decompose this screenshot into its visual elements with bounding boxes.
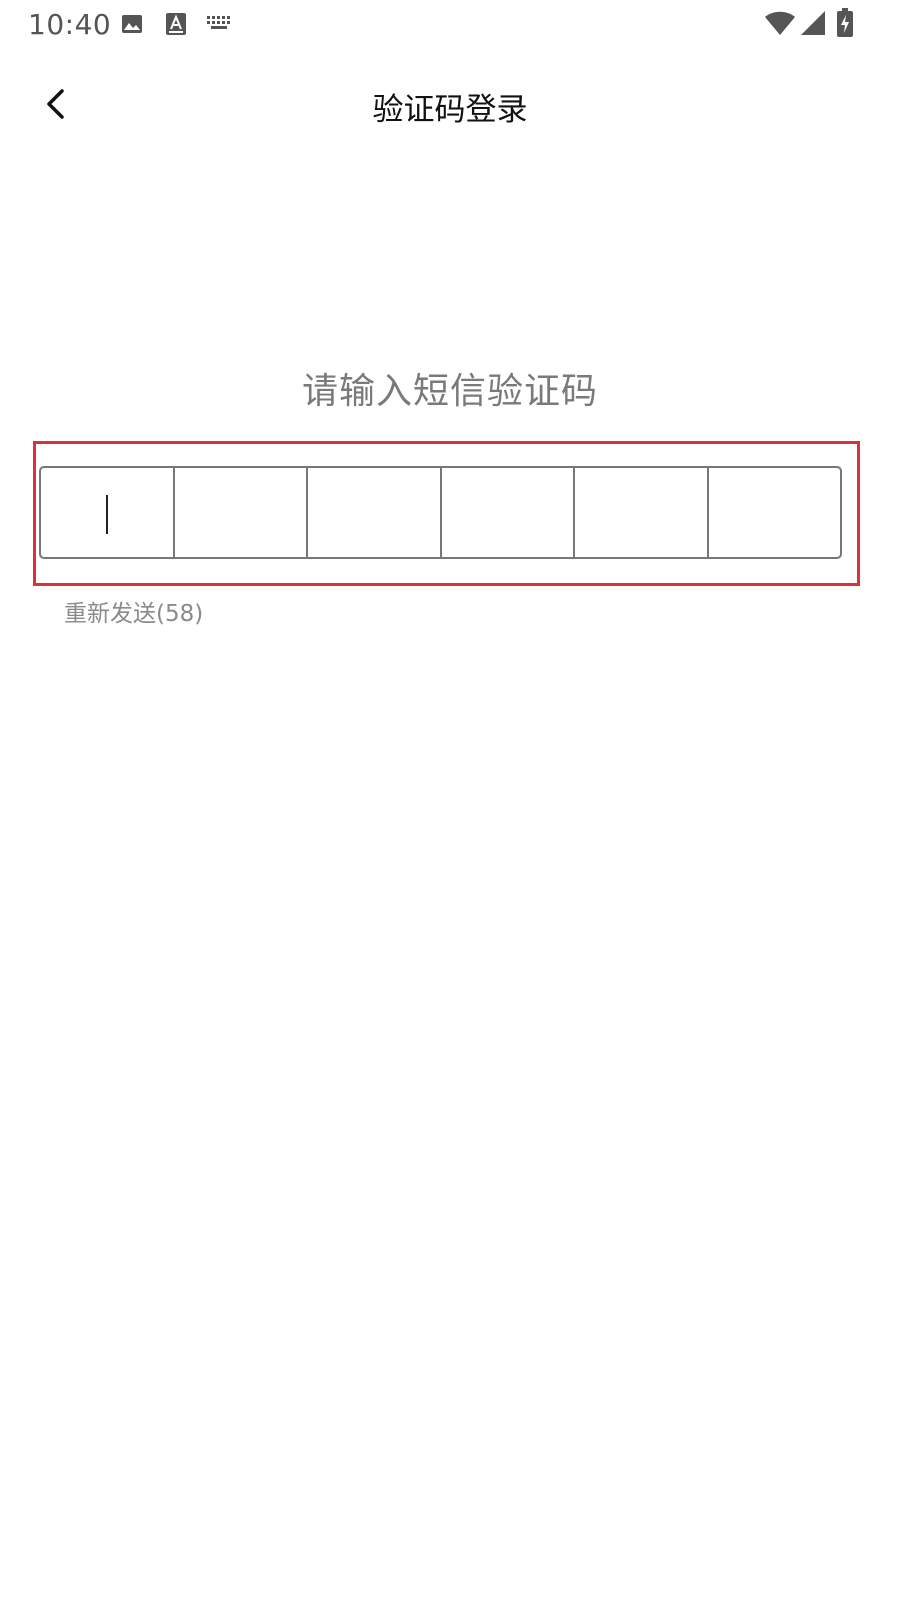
keyboard-icon (207, 16, 230, 29)
status-time: 10:40 (28, 8, 112, 41)
code-digit-5[interactable] (575, 468, 709, 557)
code-digit-2[interactable] (175, 468, 308, 557)
battery-charging-icon (837, 8, 853, 37)
page-title: 验证码登录 (372, 92, 528, 128)
code-digit-3[interactable] (308, 468, 442, 557)
verification-code-input[interactable] (39, 466, 842, 559)
text-a-icon (166, 13, 186, 35)
text-cursor (105, 495, 108, 534)
signal-icon (801, 11, 825, 35)
image-icon (122, 15, 142, 33)
status-bar: 10:40 (0, 0, 900, 50)
app-bar: 验证码登录 (0, 64, 900, 148)
sms-code-prompt: 请输入短信验证码 (301, 371, 598, 412)
code-digit-1[interactable] (41, 468, 175, 557)
code-digit-4[interactable] (442, 468, 575, 557)
resend-countdown-button[interactable]: 重新发送(58) (64, 594, 203, 628)
code-digit-6[interactable] (709, 468, 841, 557)
wifi-icon (765, 11, 795, 35)
